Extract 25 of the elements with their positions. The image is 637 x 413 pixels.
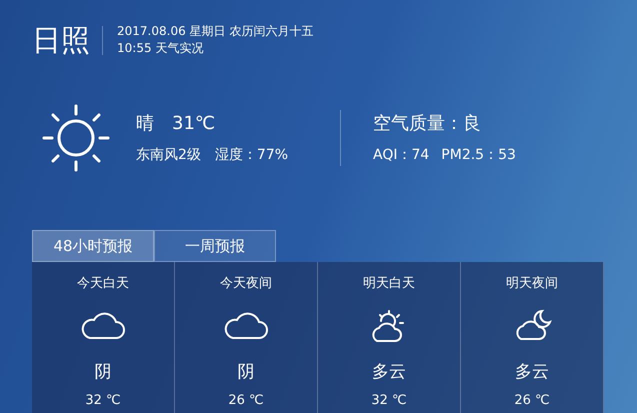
aqi-text: AQI：74 [373, 146, 430, 165]
city-name: 日照 [32, 26, 103, 54]
forecast-temperature: 26 ℃ [228, 392, 264, 410]
temperature: 31℃ [172, 112, 216, 136]
forecast-tab[interactable]: 一周预报 [154, 230, 276, 262]
forecast-temperature: 32 ℃ [371, 392, 407, 410]
date-text: 2017.08.06 星期日 农历闰六月十五 [117, 23, 314, 40]
period-label: 今天白天 [77, 275, 129, 293]
forecast-condition: 多云 [372, 360, 406, 384]
forecast-tab[interactable]: 48小时预报 [32, 230, 154, 262]
period-label: 明天白天 [363, 275, 415, 293]
pm25-text: PM2.5：53 [441, 146, 516, 165]
forecast-temperature: 26 ℃ [514, 392, 550, 410]
humidity-text: 湿度：77% [214, 146, 288, 165]
weather-condition: 晴 [136, 112, 154, 136]
wind-text: 东南风2级 [136, 146, 201, 165]
period-label: 明天夜间 [506, 275, 558, 293]
forecast-condition: 阴 [94, 360, 112, 384]
air-quality-text: 空气质量：良 [373, 112, 482, 136]
forecast-condition: 阴 [238, 360, 254, 384]
update-time: 10:55 天气实况 [117, 40, 204, 57]
forecast-temperature: 32 ℃ [85, 392, 121, 410]
period-label: 今天夜间 [220, 275, 272, 293]
sun-icon [40, 102, 112, 174]
forecast-condition: 多云 [515, 360, 549, 384]
